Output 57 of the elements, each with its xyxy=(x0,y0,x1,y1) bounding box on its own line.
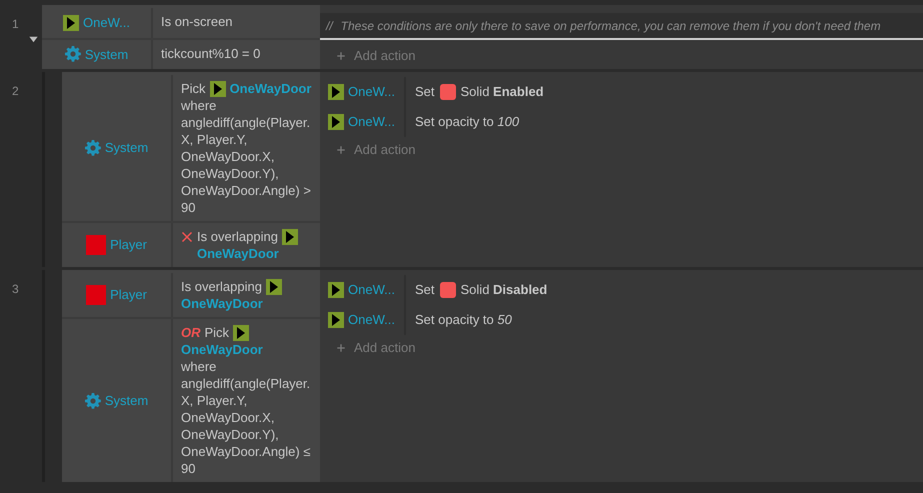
object-name: Player xyxy=(110,286,147,304)
object-name: System xyxy=(84,46,128,64)
sprite-icon xyxy=(328,84,344,100)
object-name: OneW... xyxy=(348,113,395,132)
add-action-button[interactable]: Add action xyxy=(328,43,923,69)
sprite-icon xyxy=(210,80,226,96)
object-name: System xyxy=(104,392,148,410)
sprite-icon xyxy=(63,14,80,31)
condition-text: where anglediff(angle(Player. X, Player.Y, OneWayDoor.X, OneWayDoor.Y), OneWayDoor.Angle) ≤ 90 xyxy=(181,358,312,477)
player-sprite-icon xyxy=(86,285,106,305)
condition-text: Is overlapping xyxy=(181,278,262,295)
plus-icon xyxy=(336,343,346,353)
plus-icon xyxy=(336,51,346,61)
event-number: 3 xyxy=(12,281,19,298)
action-text: Set xyxy=(415,83,435,102)
condition-text: Pick xyxy=(181,80,206,97)
sprite-icon xyxy=(266,278,282,294)
sprite-icon xyxy=(328,282,344,298)
gear-icon xyxy=(84,392,101,408)
object-name: OneWayDoor xyxy=(181,341,263,358)
event-number: 2 xyxy=(12,83,19,100)
object-name: System xyxy=(104,139,148,158)
action-text: Set opacity to 50 xyxy=(415,311,512,330)
object-name: OneWayDoor xyxy=(230,80,312,97)
collapse-toggle-icon[interactable] xyxy=(28,34,39,45)
square-icon xyxy=(440,84,456,100)
player-sprite-icon xyxy=(86,235,106,255)
condition-text: Is overlapping xyxy=(197,228,278,245)
plus-icon xyxy=(336,145,346,155)
condition-text: Is on-screen xyxy=(161,13,233,30)
action-text: Solid Enabled xyxy=(460,83,544,102)
condition-text: Pick xyxy=(204,324,230,341)
condition-text: tickcount%10 = 0 xyxy=(161,44,260,62)
or-keyword: OR xyxy=(181,324,200,341)
object-name: OneWayDoor xyxy=(181,295,263,312)
object-name: OneW... xyxy=(348,281,395,300)
event-number: 1 xyxy=(12,16,19,33)
sprite-icon xyxy=(328,312,344,328)
action-text: Set xyxy=(415,281,435,300)
comment-text: These conditions are only there to save on performance, you can remove them if you don't need them xyxy=(340,18,881,34)
object-name: OneW... xyxy=(348,311,395,330)
condition-text: where anglediff(angle(Player. X, Player.Y, OneWayDoor.X, OneWayDoor.Y), OneWayDoor.Angle) > 90 xyxy=(181,97,312,216)
object-name: OneW... xyxy=(348,83,395,102)
object-name: Player xyxy=(110,236,147,254)
sprite-icon xyxy=(233,324,250,340)
object-name: OneWayDoor xyxy=(197,245,279,262)
action-text: Set opacity to 100 xyxy=(415,113,520,132)
gear-icon xyxy=(64,46,81,62)
square-icon xyxy=(440,282,456,298)
object-name: OneW... xyxy=(83,14,130,32)
add-action-button[interactable]: Add action xyxy=(328,137,923,163)
sprite-icon xyxy=(328,114,344,130)
gear-icon xyxy=(84,140,101,156)
action-text: Solid Disabled xyxy=(460,281,548,300)
comment-marker: // xyxy=(326,18,333,34)
sprite-icon xyxy=(282,228,298,244)
add-action-button[interactable]: Add action xyxy=(328,335,923,361)
